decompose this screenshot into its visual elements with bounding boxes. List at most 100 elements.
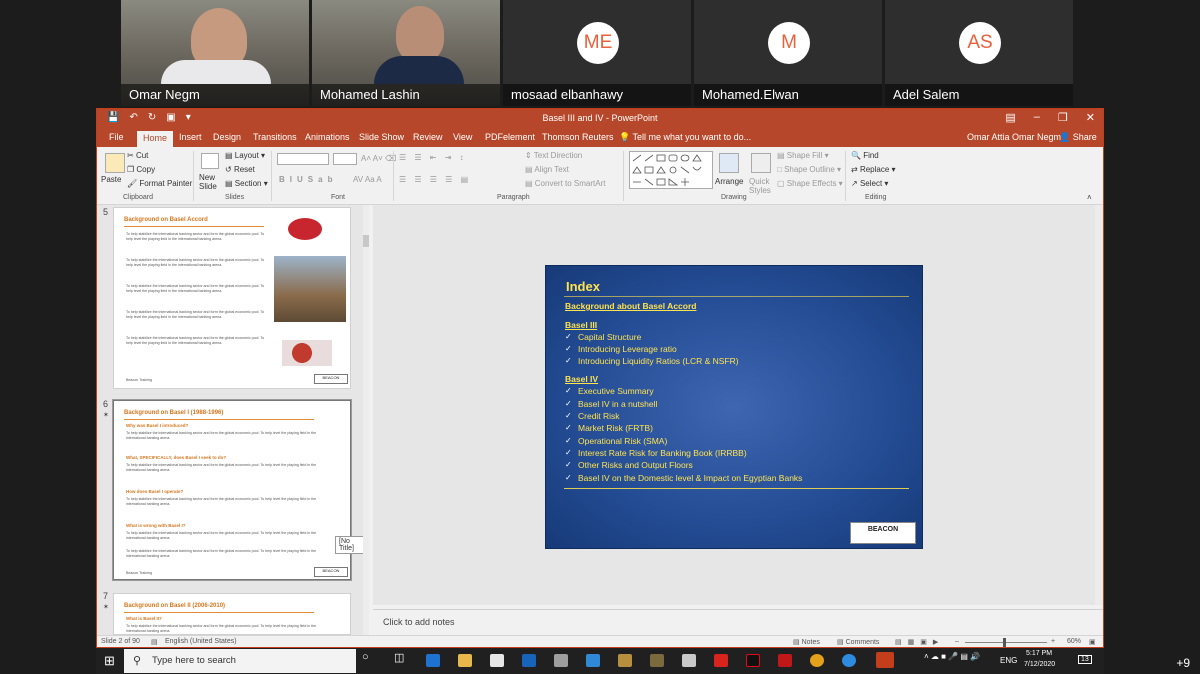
powerpoint-taskbar-icon[interactable]	[876, 652, 894, 668]
thumbnail-footer: Beacon Training	[126, 571, 152, 575]
thumbnails-scrollbar[interactable]	[363, 205, 369, 635]
outlook-icon[interactable]	[522, 654, 536, 667]
calculator-icon[interactable]	[554, 654, 568, 667]
collapse-ribbon-icon[interactable]: ˄	[1087, 193, 1092, 202]
tab-pdfelement[interactable]: PDFelement	[485, 132, 535, 142]
language-indicator[interactable]: English (United States)	[165, 638, 237, 645]
section-button[interactable]: ▤ Section ▾	[225, 179, 268, 188]
font-color-icons[interactable]: AV Aa A	[353, 175, 382, 184]
tab-file[interactable]: File	[109, 132, 124, 142]
windows-start-icon[interactable]: ⊞	[104, 653, 115, 669]
quick-styles-icon	[751, 153, 771, 173]
edge-icon[interactable]	[426, 654, 440, 667]
clock-time[interactable]: 5:17 PM	[1026, 650, 1052, 657]
zoom-level[interactable]: 60%	[1067, 638, 1081, 645]
format-painter-button[interactable]: 🖌 Format Painter	[127, 179, 192, 188]
view-buttons[interactable]: ▤▦▣▶	[895, 638, 944, 646]
slide-title[interactable]: Index	[566, 279, 600, 294]
arrange-button[interactable]: Arrange	[715, 177, 743, 186]
tab-slide-show[interactable]: Slide Show	[359, 132, 404, 142]
zoom-slider-thumb[interactable]	[1003, 638, 1006, 647]
slide-thumbnail-6[interactable]: Background on Basel I (1988-1996) Why wa…	[113, 400, 351, 580]
shape-outline-button[interactable]: □ Shape Outline ▾	[777, 165, 841, 174]
fit-slide-icon[interactable]: ▣	[1089, 638, 1096, 646]
font-style-buttons[interactable]: BIUSab	[279, 175, 337, 184]
spellcheck-icon[interactable]: ▤	[151, 638, 158, 646]
tab-design[interactable]: Design	[213, 132, 241, 142]
tab-home[interactable]: Home	[137, 131, 174, 147]
media-icon[interactable]	[618, 654, 632, 667]
participant-tile-adel[interactable]: AS Adel Salem	[885, 0, 1073, 106]
convert-smartart-button[interactable]: ▤ Convert to SmartArt	[525, 179, 605, 188]
chrome-icon[interactable]	[810, 654, 824, 667]
tab-insert[interactable]: Insert	[179, 132, 202, 142]
shapes-gallery[interactable]	[629, 151, 713, 189]
align-text-button[interactable]: ▤ Align Text	[525, 165, 569, 174]
avatar-initials: ME	[577, 22, 619, 64]
slide-canvas[interactable]: Index Background about Basel Accord Base…	[545, 265, 923, 549]
participant-tile-omar[interactable]: Omar Negm	[121, 0, 309, 106]
minimize-icon[interactable]: –	[1034, 111, 1040, 124]
input-language[interactable]: ENG	[1000, 656, 1017, 665]
zoom-in-icon[interactable]: +	[1051, 638, 1055, 645]
restore-icon[interactable]: ❐	[1058, 111, 1068, 124]
scrollbar-thumb[interactable]	[363, 235, 369, 247]
notification-badge[interactable]: 13	[1078, 655, 1092, 664]
notes-toggle[interactable]: ▤ Notes	[793, 638, 820, 646]
slide-thumbnail-5[interactable]: Background on Basel Accord To help stabi…	[113, 207, 351, 389]
store-icon[interactable]	[490, 654, 504, 667]
tab-thomson-reuters[interactable]: Thomson Reuters	[542, 132, 614, 142]
tell-me-search[interactable]: 💡 Tell me what you want to do...	[619, 132, 751, 143]
tab-animations[interactable]: Animations	[305, 132, 350, 142]
participant-tile-lashin[interactable]: Mohamed Lashin	[312, 0, 500, 106]
clock-date[interactable]: 7/12/2020	[1024, 661, 1055, 668]
quick-styles-button[interactable]: Quick Styles	[749, 177, 773, 195]
ribbon-display-icon[interactable]: ▤	[1005, 111, 1015, 124]
slide-thumbnail-7[interactable]: Background on Basel II (2006-2010) What …	[113, 593, 351, 635]
participant-tile-mosaad[interactable]: ME mosaad elbanhawy	[503, 0, 691, 106]
screenshot-icon[interactable]	[682, 654, 696, 667]
comments-toggle[interactable]: ▤ Comments	[837, 638, 879, 646]
grow-shrink-font-icons[interactable]: A˄ A˅ ⌫	[361, 154, 396, 163]
text-direction-button[interactable]: ⇕ Text Direction	[525, 151, 582, 160]
zoom-slider[interactable]	[965, 642, 1047, 643]
tab-review[interactable]: Review	[413, 132, 443, 142]
taskbar-search[interactable]: ⚲ Type here to search	[124, 649, 356, 673]
task-view-icon[interactable]: ◫	[394, 651, 404, 664]
participant-tile-elwan[interactable]: M Mohamed.Elwan	[694, 0, 882, 106]
font-size-select[interactable]	[333, 153, 357, 165]
new-slide-button[interactable]: New Slide	[199, 173, 223, 191]
netflix-icon[interactable]	[746, 654, 760, 667]
shape-effects-button[interactable]: ▢ Shape Effects ▾	[777, 179, 843, 188]
more-participants[interactable]: +9	[1176, 656, 1190, 670]
acrobat-icon[interactable]	[714, 654, 728, 667]
account-name[interactable]: Omar Attia Omar Negm	[967, 132, 1061, 142]
share-button[interactable]: 👤 Share	[1059, 132, 1097, 143]
select-button[interactable]: ↗ Select ▾	[851, 179, 888, 188]
tab-view[interactable]: View	[453, 132, 472, 142]
cortana-icon[interactable]: ○	[362, 651, 369, 663]
zoom-app-icon[interactable]	[842, 654, 856, 667]
paste-button[interactable]: Paste	[101, 175, 121, 184]
layout-button[interactable]: ▤ Layout ▾	[225, 151, 265, 160]
shape-fill-button[interactable]: ▤ Shape Fill ▾	[777, 151, 829, 160]
tab-transitions[interactable]: Transitions	[253, 132, 297, 142]
close-icon[interactable]: ✕	[1086, 111, 1095, 124]
find-button[interactable]: 🔍 Find	[851, 151, 879, 160]
game-icon[interactable]	[650, 654, 664, 667]
editor-scrollbar[interactable]	[1095, 205, 1103, 605]
font-family-select[interactable]	[277, 153, 329, 165]
align-buttons[interactable]: ☰ ☰ ☰ ☰ ▤	[399, 175, 471, 184]
reset-button[interactable]: ↺ Reset	[225, 165, 255, 174]
file-explorer-icon[interactable]	[458, 654, 472, 667]
replace-button[interactable]: ⇄ Replace ▾	[851, 165, 896, 174]
participant-name: Mohamed Lashin	[312, 84, 500, 106]
pdf-app-icon[interactable]	[778, 654, 792, 667]
cut-button[interactable]: ✂ Cut	[127, 151, 148, 160]
app-icon[interactable]	[586, 654, 600, 667]
list-buttons[interactable]: ☰ ☰ ⇤ ⇥ ↕	[399, 153, 467, 162]
zoom-out-icon[interactable]: –	[955, 638, 959, 645]
tray-icons[interactable]: ˄ ☁ ■ 🎤 ▤ 🔊	[924, 652, 980, 661]
copy-button[interactable]: ❐ Copy	[127, 165, 155, 174]
notes-pane[interactable]: Click to add notes	[373, 609, 1103, 635]
